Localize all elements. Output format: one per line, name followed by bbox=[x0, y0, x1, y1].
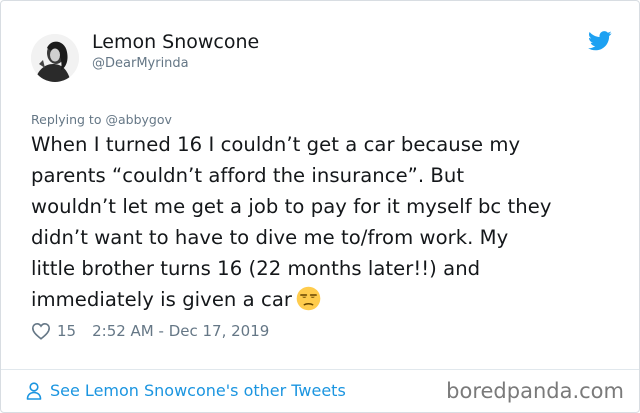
see-other-tweets-link[interactable]: See Lemon Snowcone's other Tweets bbox=[26, 381, 346, 400]
tweet-text-line: little brother turns 16 (22 months later… bbox=[31, 257, 481, 280]
author-display-name[interactable]: Lemon Snowcone bbox=[92, 31, 259, 53]
heart-icon[interactable] bbox=[31, 322, 51, 340]
avatar[interactable] bbox=[31, 34, 79, 82]
tweet-text-line: didn’t want to have to dive me to/from w… bbox=[31, 226, 509, 249]
tweet-meta-row: 15 2:52 AM - Dec 17, 2019 bbox=[31, 320, 269, 342]
tweet-text-last-line: immediately is given a car bbox=[31, 284, 631, 315]
tweet-text-line: parents “couldn’t afford the insurance”.… bbox=[31, 164, 465, 187]
tweet-text-line: immediately is given a car bbox=[31, 288, 292, 311]
person-icon bbox=[26, 381, 42, 400]
footer-divider bbox=[1, 369, 639, 370]
tweet-text-line: When I turned 16 I couldn’t get a car be… bbox=[31, 133, 521, 156]
see-other-tweets-label[interactable]: See Lemon Snowcone's other Tweets bbox=[50, 381, 346, 400]
author-handle[interactable]: @DearMyrinda bbox=[92, 56, 189, 71]
unamused-face-icon bbox=[296, 286, 321, 311]
reply-context: Replying to @abbygov bbox=[31, 112, 172, 127]
twitter-bird-icon[interactable] bbox=[588, 31, 612, 51]
tweet-timestamp[interactable]: 2:52 AM - Dec 17, 2019 bbox=[92, 322, 269, 340]
tweet-text: When I turned 16 I couldn’t get a car be… bbox=[31, 129, 631, 315]
tweet-text-line: wouldn’t let me get a job to pay for it … bbox=[31, 195, 552, 218]
reply-context-prefix: Replying to bbox=[31, 112, 102, 127]
watermark: boredpanda.com bbox=[446, 379, 624, 403]
like-count: 15 bbox=[57, 322, 77, 340]
reply-mention-link[interactable]: @abbygov bbox=[105, 112, 171, 127]
tweet-card: Lemon Snowcone @DearMyrinda Replying to … bbox=[0, 0, 640, 413]
